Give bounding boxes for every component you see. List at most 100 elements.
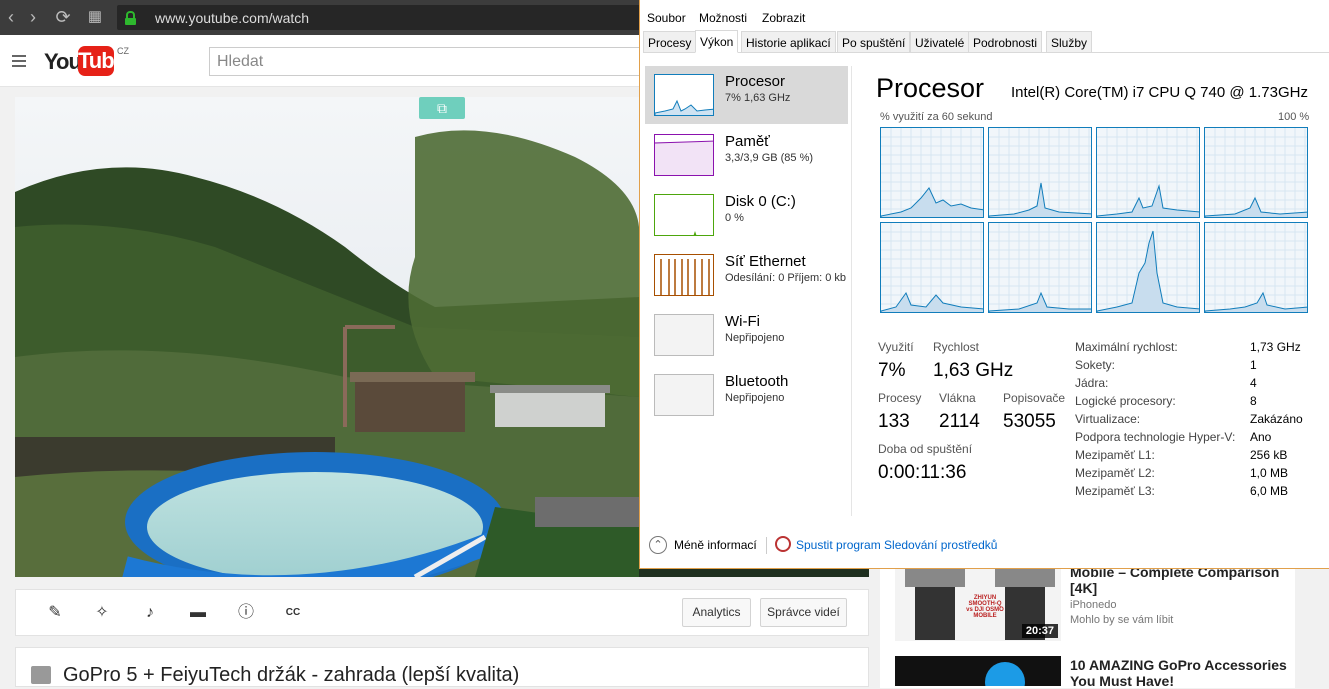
- handles-label: Popisovače: [1003, 391, 1066, 405]
- detail-value: 6,0 MB: [1250, 484, 1289, 498]
- magic-wand-icon[interactable]: ✧: [91, 602, 113, 624]
- processes-label: Procesy: [878, 391, 922, 405]
- resource-bluetooth[interactable]: Bluetooth Nepřipojeno: [645, 366, 848, 424]
- tab-services[interactable]: Služby: [1046, 31, 1093, 53]
- suggestion-meta: Mohlo by se vám líbit: [1070, 614, 1174, 626]
- suggestion-title[interactable]: 10 AMAZING GoPro Accessories You Must Ha…: [1070, 657, 1290, 689]
- pencil-icon[interactable]: ✎: [44, 602, 66, 624]
- video-edge: [639, 568, 869, 577]
- external-link-icon[interactable]: ⧉: [419, 97, 465, 119]
- lock-icon: [125, 11, 136, 25]
- music-note-icon[interactable]: ♪: [139, 602, 161, 624]
- speed-label: Rychlost: [933, 340, 980, 354]
- resource-sub: 0 %: [725, 212, 744, 224]
- analytics-button[interactable]: Analytics: [682, 598, 751, 627]
- cpu-core-graph: [988, 222, 1092, 313]
- detail-key: Mezipaměť L3:: [1075, 484, 1155, 498]
- youtube-logo-tube[interactable]: Tube: [78, 46, 126, 76]
- ethernet-mini-graph: [654, 254, 714, 296]
- detail-key: Mezipaměť L2:: [1075, 466, 1155, 480]
- youtube-logo-you[interactable]: You: [44, 49, 82, 75]
- resource-monitor-link[interactable]: Spustit program Sledování prostředků: [796, 538, 997, 552]
- resource-sub: Odesílání: 0 Příjem: 0 kb: [725, 272, 847, 284]
- card-icon[interactable]: ▬: [187, 602, 209, 624]
- detail-value: 256 kB: [1250, 448, 1288, 462]
- processes-value: 133: [878, 411, 910, 432]
- resource-name: Síť Ethernet: [725, 253, 806, 270]
- info-icon[interactable]: ⓘ: [235, 602, 257, 624]
- resource-ethernet[interactable]: Síť Ethernet Odesílání: 0 Příjem: 0 kb: [645, 246, 848, 304]
- suggestion-thumbnail[interactable]: [895, 656, 1061, 686]
- menu-view[interactable]: Zobrazit: [762, 11, 805, 25]
- resource-sub: Nepřipojeno: [725, 392, 785, 404]
- usage-label: Využití: [878, 340, 914, 354]
- resource-sub: Nepřipojeno: [725, 332, 785, 344]
- apps-grid-icon[interactable]: ▦: [84, 6, 106, 28]
- reload-icon[interactable]: ⟳: [52, 6, 74, 28]
- resource-name: Bluetooth: [725, 373, 789, 390]
- suggestion-channel[interactable]: iPhonedo: [1070, 599, 1117, 611]
- detail-key: Logické procesory:: [1075, 394, 1176, 408]
- tab-processes[interactable]: Procesy: [643, 31, 697, 53]
- detail-value: 1,73 GHz: [1250, 340, 1301, 354]
- resource-wifi[interactable]: Wi-Fi Nepřipojeno: [645, 306, 848, 364]
- resource-disk[interactable]: Disk 0 (C:) 0 %: [645, 186, 848, 244]
- resource-sub: 7% 1,63 GHz: [725, 92, 791, 104]
- detail-key: Podpora technologie Hyper-V:: [1075, 430, 1236, 444]
- chevron-up-icon[interactable]: ⌃: [649, 536, 667, 554]
- closed-captions-icon[interactable]: CC: [282, 602, 304, 624]
- tab-startup[interactable]: Po spuštění: [837, 31, 911, 53]
- detail-key: Mezipaměť L1:: [1075, 448, 1155, 462]
- suggestion-thumbnail[interactable]: ZHIYUN SMOOTH-Q vs DJI OSMO MOBILE 20:37: [895, 565, 1061, 641]
- detail-value: 1,0 MB: [1250, 466, 1289, 480]
- resource-memory[interactable]: Paměť 3,3/3,9 GB (85 %): [645, 126, 848, 184]
- wifi-mini-graph: [654, 314, 714, 356]
- video-manager-button[interactable]: Správce videí: [760, 598, 847, 627]
- uptime-value: 0:00:11:36: [878, 462, 967, 483]
- resource-name: Paměť: [725, 133, 770, 150]
- menu-file[interactable]: Soubor: [647, 11, 686, 25]
- detail-value: Ano: [1250, 430, 1272, 444]
- utilization-label: % využití za 60 sekund: [880, 111, 993, 123]
- cpu-core-graph: [880, 127, 984, 218]
- detail-key: Sokety:: [1075, 358, 1116, 372]
- resource-name: Disk 0 (C:): [725, 193, 796, 210]
- panel-divider: [851, 66, 852, 516]
- detail-key: Maximální rychlost:: [1075, 340, 1178, 354]
- cpu-core-graph: [988, 127, 1092, 218]
- detail-value: 4: [1250, 376, 1257, 390]
- cpu-mini-graph: [654, 74, 714, 116]
- tab-details[interactable]: Podrobnosti: [968, 31, 1043, 53]
- detail-value: Zakázáno: [1250, 412, 1303, 426]
- menu-icon[interactable]: [12, 55, 26, 67]
- footer-separator: [766, 537, 767, 554]
- cpu-core-graph: [1204, 127, 1308, 218]
- cpu-model: Intel(R) Core(TM) i7 CPU Q 740 @ 1.73GHz: [1011, 84, 1308, 101]
- tab-performance[interactable]: Výkon: [695, 30, 739, 53]
- memory-mini-graph: [654, 134, 714, 176]
- cpu-heading: Procesor: [876, 73, 985, 103]
- detail-value: 8: [1250, 394, 1257, 408]
- detail-value: 1: [1250, 358, 1257, 372]
- utilization-max: 100 %: [1278, 111, 1310, 123]
- menu-options[interactable]: Možnosti: [699, 11, 747, 25]
- video-player[interactable]: [15, 97, 639, 577]
- uptime-label: Doba od spuštění: [878, 442, 973, 456]
- cpu-core-graph: [1096, 222, 1200, 313]
- tab-app-history[interactable]: Historie aplikací: [741, 31, 836, 53]
- disk-mini-graph: [654, 194, 714, 236]
- back-icon[interactable]: ‹: [0, 6, 22, 28]
- handles-value: 53055: [1003, 411, 1056, 432]
- country-code: CZ: [117, 46, 129, 56]
- cpu-core-graph: [880, 222, 984, 313]
- search-input[interactable]: [209, 47, 649, 76]
- fewer-details-link[interactable]: Méně informací: [674, 538, 757, 552]
- forward-icon[interactable]: ›: [22, 6, 44, 28]
- usage-value: 7%: [878, 360, 906, 381]
- duration-badge: 20:37: [1021, 624, 1058, 638]
- detail-key: Virtualizace:: [1075, 412, 1141, 426]
- resource-cpu[interactable]: Procesor 7% 1,63 GHz: [645, 66, 848, 124]
- video-title: GoPro 5 + FeiyuTech držák - zahrada (lep…: [63, 664, 520, 686]
- bluetooth-mini-graph: [654, 374, 714, 416]
- tab-users[interactable]: Uživatelé: [910, 31, 970, 53]
